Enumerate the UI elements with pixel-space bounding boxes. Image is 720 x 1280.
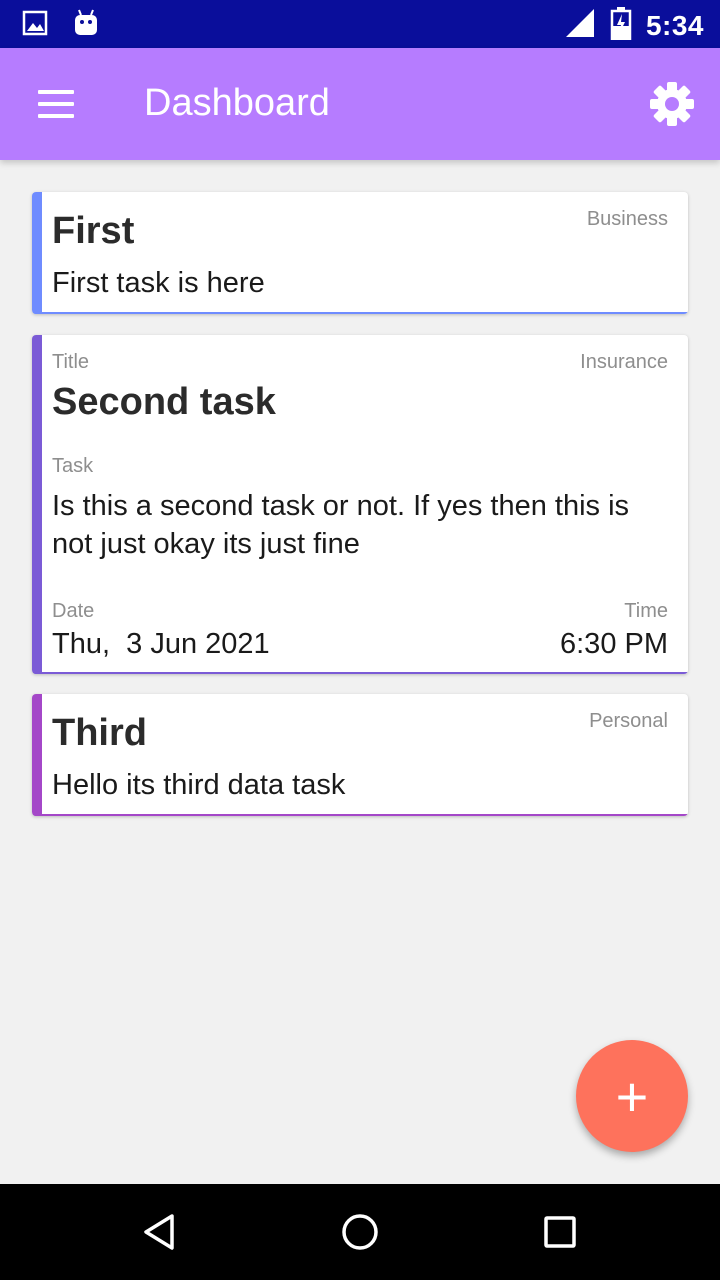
status-time: 5:34 <box>645 9 704 41</box>
task-category: Business <box>586 208 668 230</box>
task-category: Personal <box>589 710 668 732</box>
card-accent-bar <box>32 694 42 816</box>
card-bottom-line <box>32 672 688 674</box>
task-card-second[interactable]: Title Insurance Second task Task Is this… <box>32 335 688 674</box>
android-notification-icon <box>72 8 100 43</box>
task-category: Insurance <box>580 351 668 373</box>
battery-charging-icon <box>610 6 632 45</box>
task-time: 6:30 PM <box>560 628 668 660</box>
task-description: Is this a second task or not. If yes the… <box>52 490 630 560</box>
task-title: Second task <box>52 381 276 423</box>
home-icon[interactable] <box>336 1208 384 1256</box>
gallery-notification-icon <box>22 8 50 43</box>
page-title: Dashboard <box>144 82 330 124</box>
recents-icon[interactable] <box>536 1208 584 1256</box>
task-description: Hello its third data task <box>52 769 346 801</box>
card-bottom-line <box>32 814 688 816</box>
app-bar: Dashboard <box>0 48 720 160</box>
hamburger-menu-icon[interactable] <box>28 84 84 124</box>
card-accent-bar <box>32 335 42 674</box>
title-label: Title <box>52 351 90 373</box>
task-card-third[interactable]: Personal Third Hello its third data task <box>32 694 688 816</box>
task-label: Task <box>52 455 94 477</box>
task-title: Third <box>52 712 147 754</box>
status-bar: 5:34 <box>0 0 720 48</box>
add-icon: + <box>615 1064 649 1128</box>
card-bottom-line <box>32 312 688 314</box>
signal-icon <box>564 7 596 44</box>
add-task-button[interactable]: + <box>576 1040 688 1152</box>
task-description: First task is here <box>52 267 265 299</box>
task-title: First <box>52 210 135 252</box>
task-card-first[interactable]: Business First First task is here <box>32 192 688 314</box>
system-navigation-bar <box>0 1184 720 1280</box>
time-label: Time <box>624 600 668 622</box>
date-label: Date <box>52 600 95 622</box>
gear-icon[interactable] <box>648 80 696 128</box>
card-accent-bar <box>32 192 42 314</box>
back-icon[interactable] <box>136 1208 184 1256</box>
